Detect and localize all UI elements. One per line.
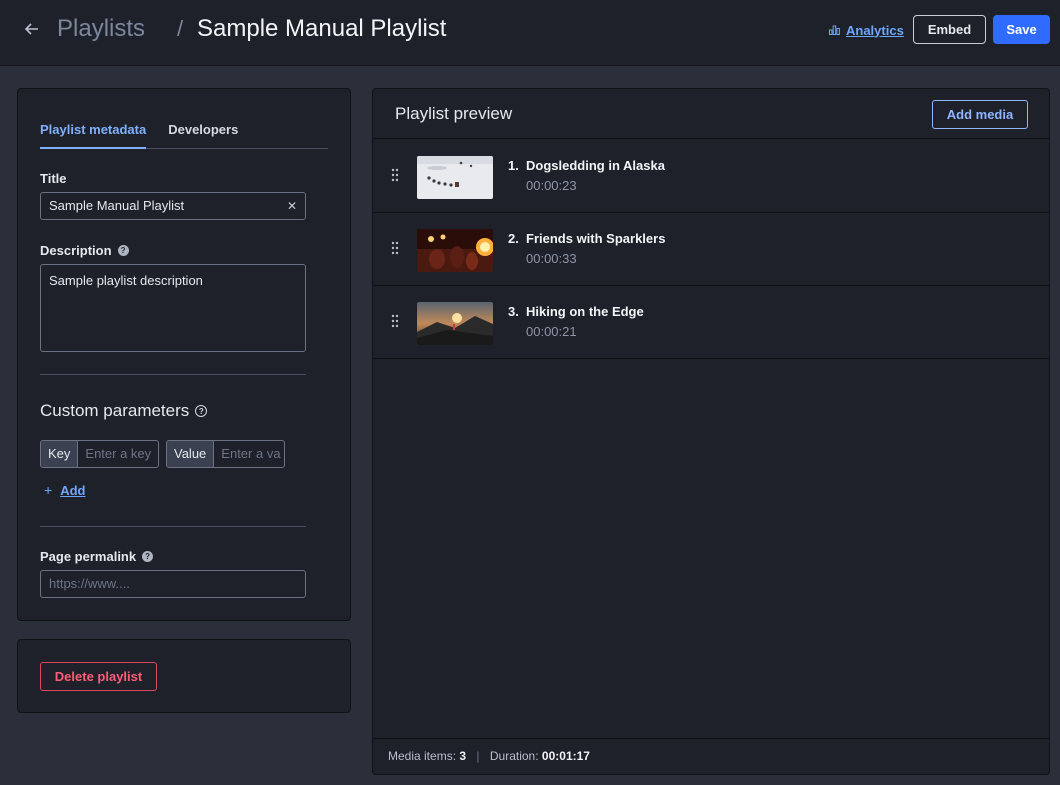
permalink-input[interactable]: https://www.... bbox=[40, 570, 306, 598]
add-media-button[interactable]: Add media bbox=[932, 100, 1028, 129]
permalink-label: Page permalink ? bbox=[40, 549, 154, 564]
media-title: 1. Dogsledding in Alaska bbox=[508, 158, 665, 173]
preview-title: Playlist preview bbox=[395, 104, 513, 123]
tab-developers[interactable]: Developers bbox=[168, 113, 238, 148]
add-label: Add bbox=[60, 482, 86, 498]
title-input[interactable]: Sample Manual Playlist ✕ bbox=[40, 192, 306, 220]
danger-zone-panel: Delete playlist bbox=[17, 639, 351, 713]
drag-handle-icon[interactable] bbox=[390, 241, 400, 255]
metadata-panel: Playlist metadata Developers Title Sampl… bbox=[17, 88, 351, 621]
breadcrumb-separator: / bbox=[177, 16, 184, 41]
media-number: 2. bbox=[508, 231, 519, 246]
drag-handle-icon[interactable] bbox=[390, 168, 400, 182]
help-icon[interactable]: ? bbox=[195, 405, 208, 417]
footer-separator: | bbox=[476, 749, 480, 763]
divider bbox=[40, 374, 306, 375]
help-icon[interactable]: ? bbox=[142, 551, 154, 562]
media-duration: 00:00:23 bbox=[526, 178, 577, 193]
media-row[interactable]: 2. Friends with Sparklers 00:00:33 bbox=[373, 213, 1049, 286]
custom-parameters-heading: Custom parameters ? bbox=[40, 401, 208, 421]
media-row[interactable]: 3. Hiking on the Edge 00:00:21 bbox=[373, 286, 1049, 359]
title-label-text: Title bbox=[40, 171, 67, 186]
divider bbox=[40, 526, 306, 527]
preview-footer: Media items: 3 | Duration: 00:01:17 bbox=[373, 738, 1049, 774]
drag-handle-icon[interactable] bbox=[390, 314, 400, 328]
media-number: 3. bbox=[508, 304, 519, 319]
media-thumbnail bbox=[417, 156, 493, 199]
value-input[interactable]: Enter a va bbox=[214, 441, 284, 467]
media-row[interactable]: 1. Dogsledding in Alaska 00:00:23 bbox=[373, 140, 1049, 213]
description-label-text: Description bbox=[40, 243, 112, 258]
clear-icon[interactable]: ✕ bbox=[287, 193, 297, 219]
permalink-label-text: Page permalink bbox=[40, 549, 137, 564]
title-input-value: Sample Manual Playlist bbox=[49, 198, 185, 213]
value-input-group[interactable]: Value Enter a va bbox=[166, 440, 285, 468]
breadcrumb-playlists[interactable]: Playlists bbox=[57, 14, 145, 44]
chart-icon bbox=[829, 25, 840, 35]
media-duration: 00:00:21 bbox=[526, 324, 577, 339]
key-input[interactable]: Enter a key bbox=[78, 441, 158, 467]
duration-value: 00:01:17 bbox=[541, 749, 590, 763]
key-tag: Key bbox=[41, 441, 79, 467]
playlist-preview-panel: Playlist preview Add media 1. Dogsledding… bbox=[372, 88, 1050, 775]
media-thumbnail bbox=[417, 302, 493, 345]
add-parameter-link[interactable]: + Add bbox=[44, 482, 85, 498]
media-title-text: Dogsledding in Alaska bbox=[526, 158, 665, 173]
description-value: Sample playlist description bbox=[49, 273, 203, 288]
arrow-left-icon bbox=[24, 23, 38, 35]
media-thumbnail bbox=[417, 229, 493, 272]
permalink-placeholder: https://www.... bbox=[49, 576, 130, 591]
media-items-count: 3 bbox=[459, 749, 467, 763]
page-title: Sample Manual Playlist bbox=[197, 15, 447, 42]
save-button[interactable]: Save bbox=[993, 15, 1050, 44]
metadata-tabs: Playlist metadata Developers bbox=[40, 113, 328, 149]
description-textarea[interactable]: Sample playlist description bbox=[40, 264, 306, 352]
media-title: 3. Hiking on the Edge bbox=[508, 304, 644, 319]
analytics-link[interactable]: Analytics bbox=[829, 20, 904, 40]
media-number: 1. bbox=[508, 158, 519, 173]
embed-button[interactable]: Embed bbox=[913, 15, 986, 44]
plus-icon: + bbox=[44, 482, 53, 498]
back-button[interactable] bbox=[22, 17, 42, 41]
key-input-group[interactable]: Key Enter a key bbox=[40, 440, 159, 468]
analytics-label: Analytics bbox=[846, 22, 904, 38]
media-title: 2. Friends with Sparklers bbox=[508, 231, 665, 246]
title-label: Title bbox=[40, 171, 67, 186]
media-title-text: Hiking on the Edge bbox=[526, 304, 644, 319]
value-tag: Value bbox=[167, 441, 215, 467]
media-duration: 00:00:33 bbox=[526, 251, 577, 266]
media-items-label: Media items: bbox=[388, 749, 457, 763]
help-icon[interactable]: ? bbox=[117, 245, 129, 256]
preview-header: Playlist preview Add media bbox=[373, 89, 1049, 139]
duration-label: Duration: bbox=[489, 749, 539, 763]
media-title-text: Friends with Sparklers bbox=[526, 231, 666, 246]
description-label: Description ? bbox=[40, 243, 129, 258]
tab-playlist-metadata[interactable]: Playlist metadata bbox=[40, 113, 147, 149]
top-bar: Playlists / Sample Manual Playlist Analy… bbox=[0, 0, 1060, 66]
delete-playlist-button[interactable]: Delete playlist bbox=[40, 662, 157, 691]
custom-parameters-label: Custom parameters bbox=[40, 401, 190, 420]
